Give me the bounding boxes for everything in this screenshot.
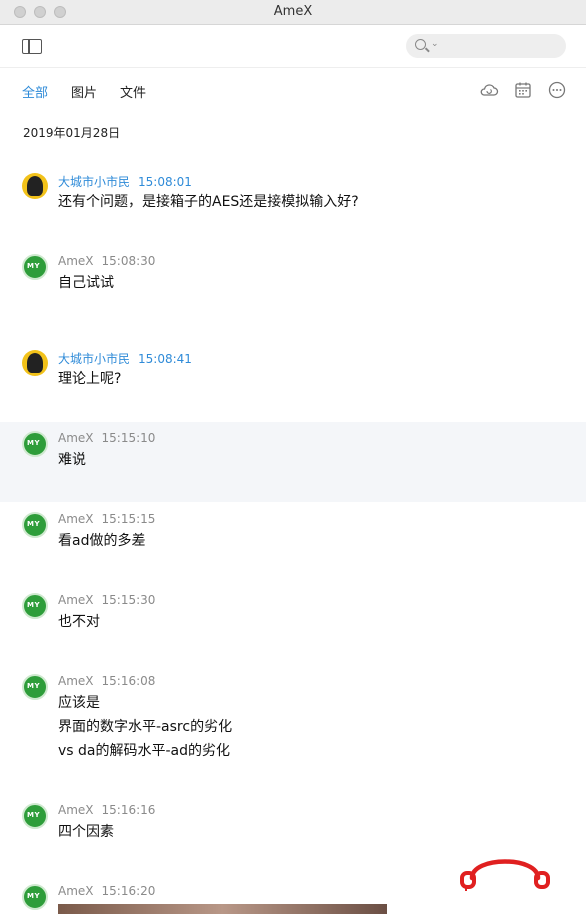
sender-name[interactable]: 大城市小市民 bbox=[58, 352, 130, 366]
message-time: 15:15:30 bbox=[101, 593, 156, 607]
chevron-down-icon: ⌄ bbox=[431, 39, 439, 49]
watermark-logo-icon bbox=[460, 859, 550, 891]
message-meta: AmeX 15:16:20 bbox=[58, 884, 155, 898]
message-meta: AmeX 15:15:15 bbox=[58, 512, 155, 526]
sender-name[interactable]: AmeX bbox=[58, 674, 94, 688]
avatar[interactable] bbox=[22, 431, 48, 457]
message-time: 15:16:20 bbox=[101, 884, 156, 898]
message-text: 自己试试 bbox=[58, 275, 114, 291]
tab-all[interactable]: 全部 bbox=[22, 82, 48, 101]
message-time: 15:16:16 bbox=[101, 803, 156, 817]
avatar[interactable] bbox=[22, 254, 48, 280]
avatar[interactable] bbox=[22, 803, 48, 829]
more-icon[interactable] bbox=[547, 80, 567, 100]
message-text: 也不对 bbox=[58, 614, 100, 630]
search-icon bbox=[415, 39, 426, 50]
sender-name[interactable]: AmeX bbox=[58, 254, 94, 268]
tab-files[interactable]: 文件 bbox=[120, 82, 146, 101]
avatar[interactable] bbox=[22, 350, 48, 376]
sender-name[interactable]: AmeX bbox=[58, 593, 94, 607]
avatar[interactable] bbox=[22, 593, 48, 619]
app-window: AmeX ⌄ 全部 图片 文件 2019年01月28日 大城市小市民 15:08:… bbox=[0, 0, 586, 915]
window-title: AmeX bbox=[273, 4, 313, 19]
message-text: 应该是 bbox=[58, 695, 100, 711]
message-time: 15:15:15 bbox=[101, 512, 156, 526]
image-attachment[interactable] bbox=[58, 904, 387, 914]
message-item[interactable]: AmeX 15:15:15 看ad做的多差 bbox=[0, 504, 586, 564]
message-item[interactable]: AmeX 15:15:30 也不对 bbox=[0, 585, 586, 645]
message-text: 看ad做的多差 bbox=[58, 533, 146, 549]
message-meta: AmeX 15:16:08 bbox=[58, 674, 155, 688]
message-item[interactable]: AmeX 15:16:16 四个因素 bbox=[0, 795, 586, 855]
message-meta: 大城市小市民 15:08:01 bbox=[58, 173, 192, 190]
message-meta: AmeX 15:16:16 bbox=[58, 803, 155, 817]
message-time: 15:15:10 bbox=[101, 431, 156, 445]
calendar-icon[interactable] bbox=[513, 80, 533, 100]
avatar[interactable] bbox=[22, 512, 48, 538]
message-item[interactable]: AmeX 15:15:10 难说 bbox=[0, 422, 586, 502]
message-meta: AmeX 15:08:30 bbox=[58, 254, 155, 268]
message-meta: 大城市小市民 15:08:41 bbox=[58, 350, 192, 367]
sender-name[interactable]: AmeX bbox=[58, 431, 94, 445]
filter-tabs: 全部 图片 文件 bbox=[0, 68, 586, 112]
avatar[interactable] bbox=[22, 173, 48, 199]
message-meta: AmeX 15:15:30 bbox=[58, 593, 155, 607]
sender-name[interactable]: AmeX bbox=[58, 512, 94, 526]
search-input[interactable]: ⌄ bbox=[406, 34, 566, 58]
message-item[interactable]: AmeX 15:08:30 自己试试 bbox=[0, 246, 586, 306]
title-bar: AmeX bbox=[0, 0, 586, 25]
avatar[interactable] bbox=[22, 884, 48, 910]
message-time: 15:16:08 bbox=[101, 674, 156, 688]
toolbar: ⌄ bbox=[0, 25, 586, 68]
message-meta: AmeX 15:15:10 bbox=[58, 431, 155, 445]
message-item[interactable]: AmeX 15:16:08 应该是 界面的数字水平-asrc的劣化 vs da的解… bbox=[0, 666, 586, 771]
cloud-sync-icon[interactable] bbox=[479, 80, 499, 100]
sender-name[interactable]: AmeX bbox=[58, 884, 94, 898]
message-text: 四个因素 bbox=[58, 824, 114, 840]
message-item[interactable]: 大城市小市民 15:08:01 还有个问题，是接箱子的AES还是接模拟输入好? bbox=[0, 165, 586, 225]
sidebar-icon[interactable] bbox=[22, 39, 42, 54]
avatar[interactable] bbox=[22, 674, 48, 700]
message-text: 难说 bbox=[58, 452, 86, 468]
sender-name[interactable]: 大城市小市民 bbox=[58, 175, 130, 189]
message-item[interactable]: 大城市小市民 15:08:41 理论上呢? bbox=[0, 342, 586, 402]
tab-images[interactable]: 图片 bbox=[71, 82, 97, 101]
message-text: 界面的数字水平-asrc的劣化 bbox=[58, 719, 233, 735]
message-text: 理论上呢? bbox=[58, 371, 122, 387]
message-time: 15:08:01 bbox=[138, 175, 192, 189]
message-time: 15:08:30 bbox=[101, 254, 156, 268]
sender-name[interactable]: AmeX bbox=[58, 803, 94, 817]
message-text: 还有个问题，是接箱子的AES还是接模拟输入好? bbox=[58, 194, 359, 210]
message-time: 15:08:41 bbox=[138, 352, 192, 366]
message-text: vs da的解码水平-ad的劣化 bbox=[58, 743, 231, 759]
date-separator: 2019年01月28日 bbox=[23, 126, 121, 140]
